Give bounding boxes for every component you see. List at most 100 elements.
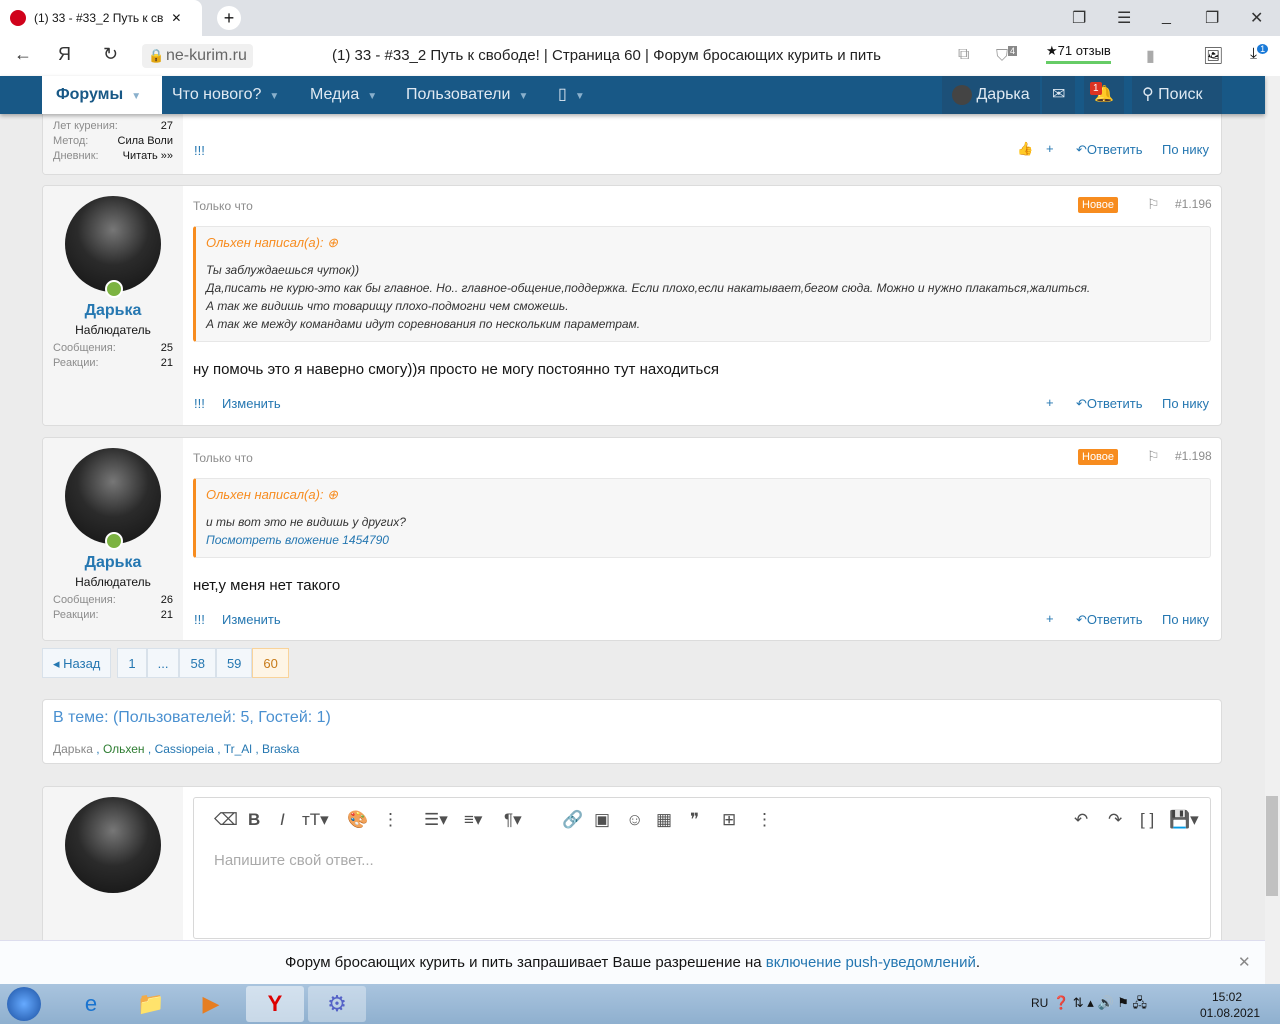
- redo-icon[interactable]: ↷: [1108, 810, 1122, 830]
- username-link[interactable]: Дарька: [43, 302, 183, 320]
- font-size-icon[interactable]: тT▾: [302, 810, 329, 830]
- back-icon[interactable]: ←: [14, 44, 32, 65]
- by-nick-button[interactable]: По нику: [1162, 612, 1209, 627]
- nav-users[interactable]: Пользователи ▼: [406, 76, 528, 114]
- image-icon[interactable]: ▣: [594, 810, 610, 830]
- avatar[interactable]: [65, 196, 161, 292]
- close-icon[interactable]: ✕: [1238, 941, 1251, 985]
- drafts-icon[interactable]: 💾▾: [1169, 810, 1199, 830]
- attachment-link[interactable]: Посмотреть вложение 1454790: [206, 533, 1200, 548]
- page-scrollbar[interactable]: [1265, 76, 1280, 984]
- media-icon[interactable]: ▦: [656, 810, 672, 830]
- palette-icon[interactable]: 🎨: [347, 810, 368, 830]
- bang-link[interactable]: !!!: [194, 143, 205, 158]
- tray-icons[interactable]: ❓ ⇅ ▴ 🔊 ⚑ 🖧: [1053, 994, 1147, 1016]
- clock-date[interactable]: 01.08.2021: [1200, 1006, 1260, 1020]
- browser-tab[interactable]: (1) 33 - #33_2 Путь к св ✕: [0, 0, 202, 36]
- menu-icon[interactable]: ☰: [1117, 8, 1131, 28]
- tab-add-icon[interactable]: ⧉: [958, 46, 969, 64]
- media-player-icon[interactable]: ▶: [182, 986, 240, 1022]
- reply-editor[interactable]: ⌫ B I тT▾ 🎨 ⋮ ☰▾ ≡▾ ¶▾ 🔗 ▣ ☺ ▦ ❞ ⊞ ⋮ ↶ ↷…: [193, 797, 1211, 939]
- quote-author[interactable]: Ольхен написал(а):: [206, 235, 324, 250]
- avatar[interactable]: [65, 448, 161, 544]
- yandex-icon[interactable]: Я: [58, 44, 71, 65]
- page-1[interactable]: 1: [117, 648, 147, 678]
- table-icon[interactable]: ⊞: [722, 810, 736, 830]
- quote-author[interactable]: Ольхен написал(а):: [206, 487, 324, 502]
- quote-icon[interactable]: ❞: [690, 810, 699, 830]
- edit-button[interactable]: Изменить: [222, 612, 281, 627]
- bookmarks-icon[interactable]: ❐: [1072, 8, 1086, 28]
- reply-button[interactable]: ↶Ответить: [1076, 142, 1142, 158]
- multiquote-button[interactable]: +: [1046, 611, 1054, 626]
- scrollbar-thumb[interactable]: [1266, 796, 1278, 896]
- new-tab-button[interactable]: +: [217, 6, 241, 30]
- online-title: В теме: (Пользователей: 5, Гостей: 1): [53, 709, 331, 726]
- italic-icon[interactable]: I: [280, 810, 285, 830]
- account-button[interactable]: Дарька: [942, 76, 1040, 114]
- clock-time[interactable]: 15:02: [1212, 990, 1242, 1004]
- by-nick-button[interactable]: По нику: [1162, 142, 1209, 157]
- post-body: нет,у меня нет такого: [193, 577, 341, 594]
- post-number[interactable]: #1.196: [1175, 197, 1212, 211]
- reviews-button[interactable]: ★71 отзыв: [1046, 43, 1111, 64]
- shield-icon[interactable]: ⛉ 4: [996, 46, 1018, 65]
- undo-icon[interactable]: ↶: [1074, 810, 1088, 830]
- minimize-icon[interactable]: _: [1162, 8, 1171, 26]
- edit-button[interactable]: Изменить: [222, 396, 281, 411]
- username-link[interactable]: Дарька: [43, 554, 183, 572]
- nav-whats-new[interactable]: Что нового? ▼: [172, 76, 279, 114]
- bbcode-icon[interactable]: [ ]: [1140, 810, 1154, 830]
- like-icon[interactable]: 👍: [1017, 141, 1033, 157]
- smiley-icon[interactable]: ☺: [626, 810, 643, 830]
- multiquote-button[interactable]: +: [1046, 141, 1054, 156]
- paragraph-icon[interactable]: ¶▾: [504, 810, 522, 830]
- nav-forums[interactable]: Форумы ▼: [42, 76, 162, 114]
- page-58[interactable]: 58: [179, 648, 216, 678]
- by-nick-button[interactable]: По нику: [1162, 396, 1209, 411]
- address-bar: ← Я ↻ ne-kurim.ru 🔒 (1) 33 - #33_2 Путь …: [0, 36, 1280, 76]
- bookmark-icon[interactable]: ⚐: [1147, 448, 1160, 465]
- link-icon[interactable]: 🔗: [562, 810, 583, 830]
- reply-button[interactable]: ↶Ответить: [1076, 396, 1142, 412]
- post-time[interactable]: Только что: [193, 199, 253, 213]
- language-indicator[interactable]: RU: [1031, 996, 1048, 1010]
- enable-push-link[interactable]: включение push-уведомлений: [766, 954, 976, 971]
- bold-icon[interactable]: B: [248, 810, 260, 830]
- page-59[interactable]: 59: [215, 648, 253, 678]
- more-icon[interactable]: ⋮: [756, 810, 773, 830]
- close-window-icon[interactable]: ✕: [1250, 8, 1263, 28]
- bell-icon[interactable]: 🔔 1: [1084, 76, 1124, 114]
- bookmark-icon[interactable]: ⚐: [1147, 196, 1160, 213]
- yandex-browser-icon[interactable]: Y: [246, 986, 304, 1022]
- explorer-icon[interactable]: 📁: [122, 986, 180, 1022]
- nav-extra[interactable]: ▯ ▼: [558, 76, 585, 114]
- reload-icon[interactable]: ↻: [103, 44, 118, 65]
- inbox-icon[interactable]: ✉: [1042, 76, 1076, 114]
- settings-gear-icon[interactable]: ⚙: [308, 986, 366, 1022]
- start-button[interactable]: [0, 986, 48, 1022]
- bookmark-icon[interactable]: ▮: [1146, 46, 1155, 66]
- download-icon[interactable]: ⤓ 1: [1250, 44, 1269, 63]
- page-title[interactable]: (1) 33 - #33_2 Путь к свободе! | Страниц…: [332, 47, 881, 64]
- page-ellipsis[interactable]: ...: [146, 648, 180, 678]
- reply-button[interactable]: ↶Ответить: [1076, 612, 1142, 628]
- search-button[interactable]: ⚲ Поиск: [1132, 76, 1222, 114]
- close-tab-icon[interactable]: ✕: [171, 11, 181, 25]
- diary-link[interactable]: Читать »»: [123, 150, 173, 162]
- prev-page-button[interactable]: ◂ Назад: [42, 648, 112, 678]
- ie-icon[interactable]: e: [62, 986, 120, 1022]
- image-ext-icon[interactable]: 🖼: [1203, 46, 1223, 66]
- more-icon[interactable]: ⋮: [382, 810, 399, 830]
- post-number[interactable]: #1.198: [1175, 449, 1212, 463]
- align-icon[interactable]: ≡▾: [464, 810, 482, 830]
- bang-link[interactable]: !!!: [194, 396, 205, 411]
- list-icon[interactable]: ☰▾: [424, 810, 448, 830]
- page-60-current[interactable]: 60: [252, 648, 289, 678]
- post-time[interactable]: Только что: [193, 451, 253, 465]
- bang-link[interactable]: !!!: [194, 612, 205, 627]
- eraser-icon[interactable]: ⌫: [214, 810, 238, 830]
- restore-icon[interactable]: ❐: [1205, 8, 1219, 28]
- nav-media[interactable]: Медиа ▼: [310, 76, 377, 114]
- multiquote-button[interactable]: +: [1046, 395, 1054, 410]
